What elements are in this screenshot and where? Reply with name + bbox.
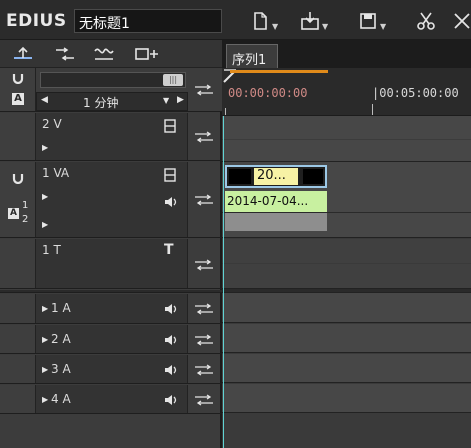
sync-icon[interactable] — [194, 84, 214, 96]
sync-icon[interactable] — [194, 194, 214, 206]
track-row-2v[interactable]: 2 V ▶ — [0, 113, 222, 161]
delete-button[interactable] — [452, 10, 471, 32]
sequence-tab-bar: 序列1 — [222, 40, 471, 68]
track-row-1a[interactable]: ▶ 1 A — [0, 294, 222, 324]
timeline-track-1va[interactable]: 20... 2014-07-04... — [222, 162, 471, 238]
save-button[interactable]: ▼ — [358, 10, 386, 32]
channel-1-label: 1 — [22, 200, 29, 211]
track-row-2a[interactable]: ▶ 2 A — [0, 325, 222, 354]
video-clip-label: 20... — [254, 168, 298, 185]
expand-icon[interactable]: ▶ — [42, 365, 48, 374]
scale-slider[interactable]: ||| — [40, 72, 186, 88]
expand-icon[interactable]: ▶ — [42, 304, 48, 313]
save-icon — [360, 13, 376, 29]
audio-track-icon[interactable]: A — [12, 93, 24, 105]
scale-col: A — [0, 68, 36, 111]
expand-icon[interactable]: ▶ — [42, 192, 48, 201]
playhead-line[interactable] — [223, 116, 224, 448]
scale-dropdown-arrow[interactable]: ▼ — [163, 96, 169, 105]
timecode-start: 00:00:00:00 — [228, 86, 308, 100]
speaker-icon[interactable] — [164, 334, 178, 346]
track-name: 4 A — [51, 392, 71, 406]
timeline-area[interactable]: 序列1 00:00:00:00 |00:05:00:00 20... 2014-… — [222, 40, 471, 448]
cut-button[interactable] — [416, 10, 436, 32]
track-name: 2 V — [42, 117, 62, 131]
track-toolbar — [0, 40, 222, 68]
tab-sequence-1[interactable]: 序列1 — [226, 44, 278, 68]
sync-lock-icon[interactable] — [54, 46, 76, 62]
scale-slider-handle[interactable]: ||| — [163, 74, 183, 86]
tick-mark — [372, 104, 373, 115]
clip-thumbnail-end — [303, 169, 323, 184]
expand-icon[interactable]: ▶ — [42, 143, 48, 152]
project-name-field[interactable]: 无标题1 — [74, 9, 222, 33]
new-sequence-button[interactable]: ▼ — [250, 10, 278, 32]
track-name: 1 T — [42, 243, 61, 257]
track-row-1t[interactable]: 1 T T — [0, 239, 222, 289]
scale-prev-arrow[interactable]: ◀ — [41, 95, 48, 105]
cut-icon — [417, 12, 435, 30]
speaker-icon[interactable] — [164, 394, 178, 406]
scale-row: A ||| ◀ 1 分钟 ▼ ▶ — [0, 68, 222, 112]
video-clip[interactable]: 20... — [225, 165, 327, 188]
audio-clip[interactable]: 2014-07-04... — [225, 191, 327, 213]
timeline-track-3a[interactable] — [222, 354, 471, 383]
video-mute-icon[interactable] — [12, 72, 24, 84]
delete-icon — [454, 13, 470, 29]
video-display-icon[interactable] — [164, 168, 176, 182]
expand-icon[interactable]: ▶ — [42, 220, 48, 229]
title-track-icon[interactable]: T — [164, 242, 174, 258]
sync-icon[interactable] — [194, 364, 214, 376]
track-name: 1 A — [51, 301, 71, 315]
clip-thumbnail — [229, 169, 251, 184]
mixer-icon[interactable] — [12, 46, 34, 62]
track-row-4a[interactable]: ▶ 4 A — [0, 385, 222, 414]
app-name: EDIUS — [6, 11, 67, 31]
timeline-track-2a[interactable] — [222, 324, 471, 353]
speaker-icon[interactable] — [164, 196, 178, 208]
track-name: 2 A — [51, 332, 71, 346]
sync-icon[interactable] — [194, 334, 214, 346]
speaker-icon[interactable] — [164, 364, 178, 376]
sync-icon[interactable] — [194, 394, 214, 406]
sync-icon[interactable] — [194, 303, 214, 315]
timeline-track-1t[interactable] — [222, 239, 471, 289]
tick-mark — [225, 108, 226, 115]
timeline-track-4a[interactable] — [222, 384, 471, 413]
audio-channel-icon[interactable]: A — [8, 208, 19, 219]
timeline-track-1a[interactable] — [222, 293, 471, 323]
scale-next-arrow[interactable]: ▶ — [177, 95, 184, 105]
title-bar: EDIUS 无标题1 ▼ ▼ ▼ — [0, 0, 471, 40]
speaker-icon[interactable] — [164, 303, 178, 315]
expand-icon[interactable]: ▶ — [42, 335, 48, 344]
timecode-5min: |00:05:00:00 — [372, 86, 459, 100]
track-name: 3 A — [51, 362, 71, 376]
import-icon — [301, 12, 319, 30]
timecode-ruler[interactable]: 00:00:00:00 |00:05:00:00 — [222, 68, 471, 116]
sync-icon[interactable] — [194, 131, 214, 143]
video-mute-icon[interactable] — [12, 172, 24, 184]
sync-icon[interactable] — [194, 259, 214, 271]
save-dropdown-arrow[interactable]: ▼ — [380, 22, 386, 31]
channel-2-label: 2 — [22, 214, 29, 225]
scale-select[interactable]: ◀ 1 分钟 ▼ ▶ — [36, 92, 188, 111]
video-display-icon[interactable] — [164, 119, 176, 133]
track-separator — [0, 290, 222, 293]
timeline-track-2v[interactable] — [222, 116, 471, 162]
link-col — [188, 68, 220, 111]
render-range-bar — [230, 70, 328, 73]
import-button[interactable]: ▼ — [300, 10, 328, 32]
track-header-panel: A ||| ◀ 1 分钟 ▼ ▶ 2 V ▶ A 1 2 1 VA ▶ ▶ 1 … — [0, 68, 222, 448]
track-name: 1 VA — [42, 166, 70, 180]
ripple-icon[interactable] — [92, 45, 116, 63]
import-dropdown-arrow[interactable]: ▼ — [322, 22, 328, 31]
track-row-1va[interactable]: A 1 2 1 VA ▶ ▶ — [0, 162, 222, 238]
track-row-3a[interactable]: ▶ 3 A — [0, 355, 222, 384]
expand-icon[interactable]: ▶ — [42, 395, 48, 404]
new-file-icon — [254, 12, 267, 30]
overwrite-insert-icon[interactable] — [134, 46, 160, 62]
audio-waveform-area — [225, 213, 327, 231]
scale-value: 1 分钟 — [83, 96, 119, 110]
new-dropdown-arrow[interactable]: ▼ — [272, 22, 278, 31]
